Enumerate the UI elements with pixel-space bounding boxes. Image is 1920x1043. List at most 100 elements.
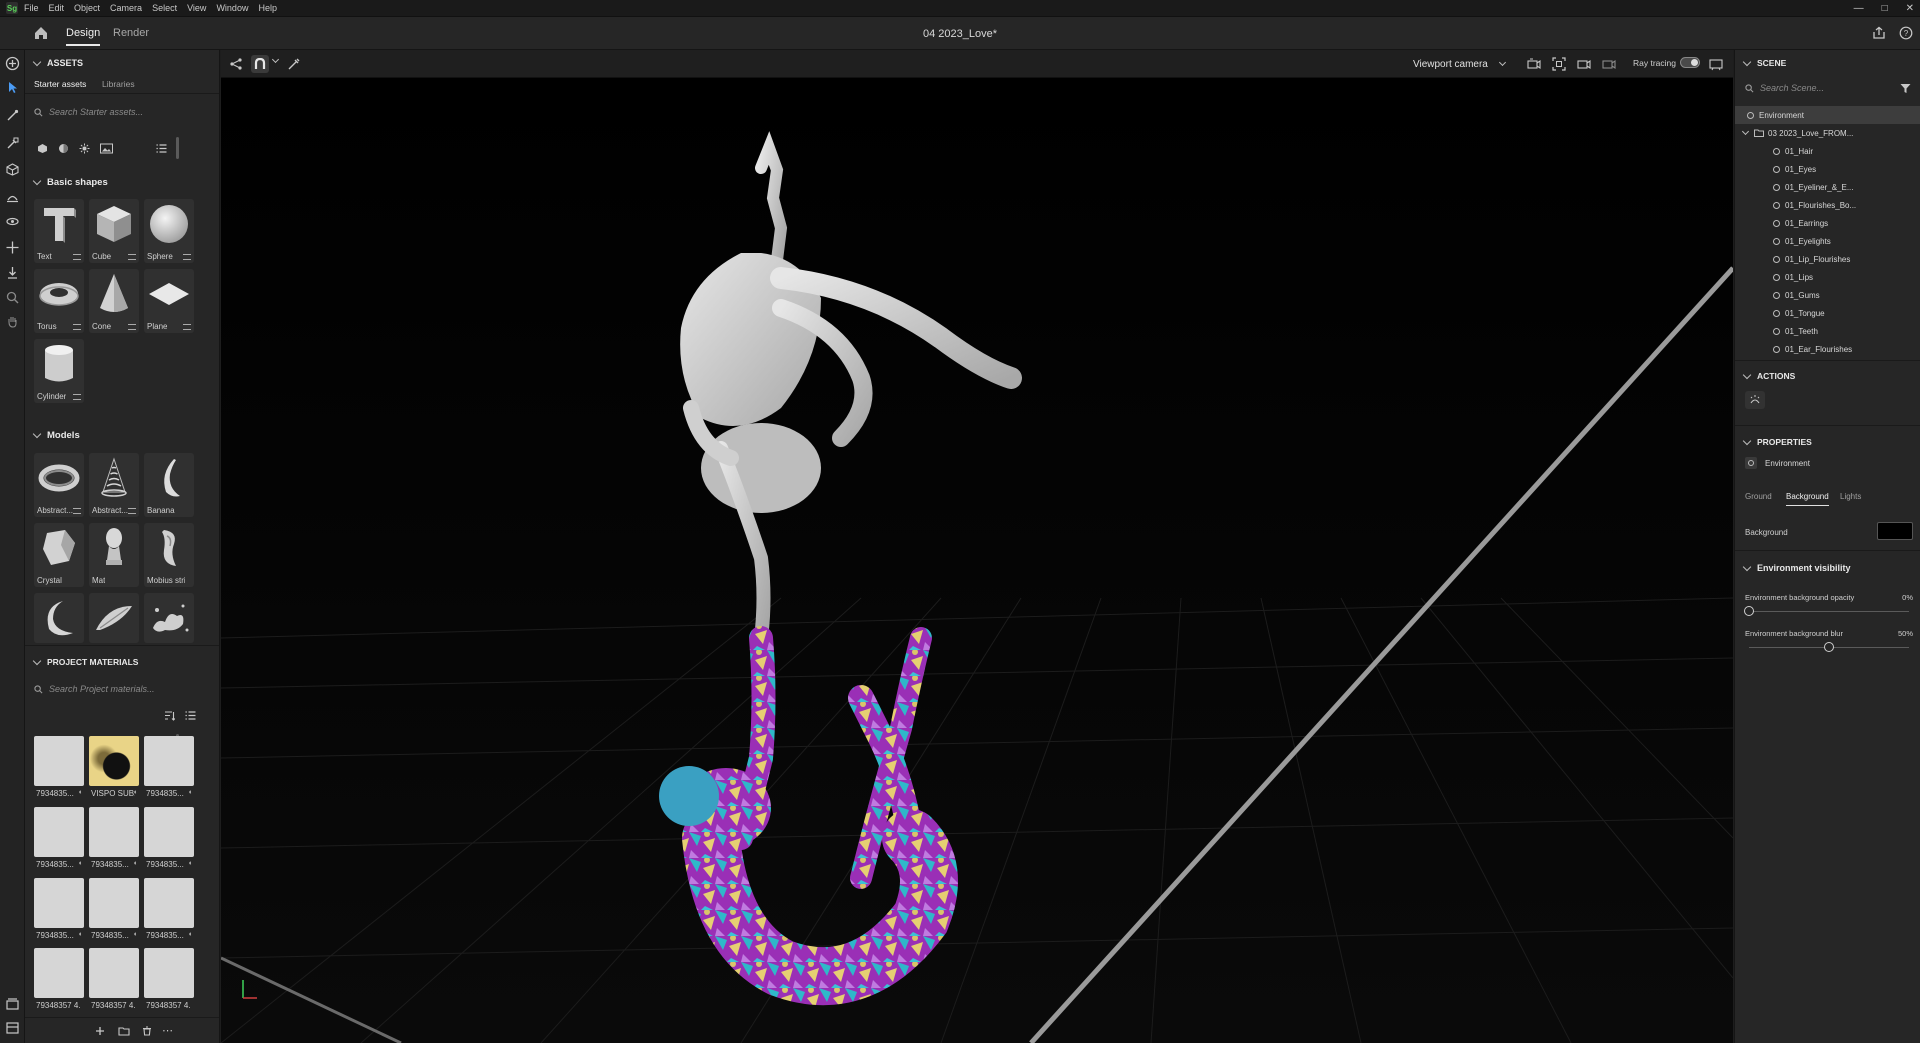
tile-options-icon[interactable] — [73, 324, 81, 330]
blur-value[interactable]: 50% — [1898, 629, 1913, 638]
camera-settings-icon[interactable] — [1602, 57, 1616, 71]
tree-item-child[interactable]: 01_Hair — [1735, 142, 1920, 160]
ray-tracing-toggle[interactable] — [1680, 57, 1700, 68]
light-tool-icon[interactable] — [5, 190, 20, 205]
help-icon[interactable]: ? — [1899, 26, 1913, 40]
models-header[interactable]: Models — [32, 429, 80, 441]
material-tile[interactable]: 7934835... ◐ — [89, 807, 139, 871]
minimize-icon[interactable]: — — [1854, 3, 1864, 14]
tab-render[interactable]: Render — [113, 27, 149, 39]
tile-options-icon[interactable] — [73, 508, 81, 514]
home-icon[interactable] — [33, 25, 49, 41]
tree-item-environment[interactable]: Environment — [1735, 106, 1920, 124]
tree-item-child[interactable]: 01_Tongue — [1735, 304, 1920, 322]
drop-to-ground-icon[interactable] — [5, 265, 20, 280]
filter-models-icon[interactable] — [37, 143, 48, 154]
assets-section-header[interactable]: ASSETS — [32, 57, 83, 68]
blur-slider-knob[interactable] — [1824, 642, 1834, 652]
add-material-icon[interactable] — [95, 1026, 105, 1036]
orbit-tool-icon[interactable] — [5, 214, 20, 229]
frame-selection-icon[interactable] — [1552, 57, 1566, 71]
camera-bookmark-icon[interactable] — [1527, 57, 1541, 71]
tab-design[interactable]: Design — [66, 27, 101, 46]
chevron-down-icon[interactable] — [271, 55, 280, 64]
list-view-icon[interactable] — [156, 143, 167, 154]
filter-images-icon[interactable] — [100, 143, 113, 154]
model-tile-crescent[interactable] — [34, 593, 84, 643]
tree-item-child[interactable]: 01_Flourishes_Bo... — [1735, 196, 1920, 214]
tree-item-child[interactable]: 01_Gums — [1735, 286, 1920, 304]
delete-icon[interactable] — [142, 1026, 152, 1036]
folder-icon[interactable] — [118, 1026, 130, 1036]
model-tile-splash[interactable] — [144, 593, 194, 643]
snap-toggle[interactable] — [251, 55, 269, 73]
model-tile-abstract-1[interactable]: Abstract... — [34, 453, 84, 517]
tab-background[interactable]: Background — [1786, 492, 1829, 506]
sort-icon[interactable] — [164, 710, 175, 721]
project-materials-header[interactable]: PROJECT MATERIALS — [32, 656, 138, 667]
filter-lights-icon[interactable] — [79, 143, 90, 154]
shape-tile-cylinder[interactable]: Cylinder — [34, 339, 84, 403]
pan-tool-icon[interactable] — [5, 314, 20, 329]
filter-icon[interactable] — [1900, 83, 1911, 94]
chevron-down-icon[interactable] — [1741, 127, 1750, 136]
tab-starter-assets[interactable]: Starter assets — [34, 79, 87, 94]
menu-window[interactable]: Window — [216, 3, 248, 13]
maximize-icon[interactable]: □ — [1882, 3, 1888, 14]
shape-tile-plane[interactable]: Plane — [144, 269, 194, 333]
material-tile[interactable]: 79348357 4... — [89, 948, 139, 1012]
assets-scrollbar[interactable] — [176, 137, 179, 159]
shape-tile-cone[interactable]: Cone — [89, 269, 139, 333]
scene-search-input[interactable]: Search Scene... — [1745, 79, 1875, 97]
tile-options-icon[interactable] — [183, 324, 191, 330]
select-tool-icon[interactable] — [5, 80, 20, 95]
model-tile-crystal[interactable]: Crystal — [34, 523, 84, 587]
menu-select[interactable]: Select — [152, 3, 177, 13]
properties-section-header[interactable]: PROPERTIES — [1742, 436, 1812, 447]
tile-options-icon[interactable] — [73, 394, 81, 400]
basic-shapes-header[interactable]: Basic shapes — [32, 176, 108, 188]
tab-ground[interactable]: Ground — [1745, 492, 1772, 501]
layers-dock-icon[interactable] — [5, 997, 20, 1012]
background-color-swatch[interactable] — [1877, 522, 1913, 540]
scene-graph-icon[interactable] — [229, 57, 243, 71]
material-tile[interactable]: 7934835... ◐ — [144, 736, 194, 800]
tab-libraries[interactable]: Libraries — [102, 79, 135, 89]
actions-section-header[interactable]: ACTIONS — [1742, 370, 1795, 381]
tile-options-icon[interactable] — [73, 254, 81, 260]
filter-materials-icon[interactable] — [58, 143, 69, 154]
model-tile-leaf[interactable] — [89, 593, 139, 643]
library-dock-icon[interactable] — [5, 1020, 20, 1035]
zoom-tool-icon[interactable] — [5, 290, 20, 305]
scene-section-header[interactable]: SCENE — [1742, 57, 1786, 68]
object-tool-icon[interactable] — [5, 162, 20, 177]
list-view-icon[interactable] — [185, 710, 196, 721]
render-settings-icon[interactable] — [1709, 57, 1723, 71]
model-tile-abstract-2[interactable]: Abstract... — [89, 453, 139, 517]
share-icon[interactable] — [1872, 26, 1886, 40]
more-options-icon[interactable]: ⋯ — [162, 1024, 173, 1037]
tree-item-child[interactable]: 01_Eyes — [1735, 160, 1920, 178]
shape-tile-torus[interactable]: Torus — [34, 269, 84, 333]
tree-item-child[interactable]: 01_Lips — [1735, 268, 1920, 286]
tile-options-icon[interactable] — [128, 324, 136, 330]
tree-item-child[interactable]: 01_Lip_Flourishes — [1735, 250, 1920, 268]
material-tile[interactable]: 7934835... ◐ — [89, 878, 139, 942]
material-tile[interactable]: 7934835... ◐ — [34, 807, 84, 871]
opacity-slider-track[interactable] — [1749, 611, 1909, 612]
material-tile[interactable]: 7934835... ◐ — [34, 736, 84, 800]
tile-options-icon[interactable] — [128, 254, 136, 260]
material-tile[interactable]: 79348357 4... — [34, 948, 84, 1012]
menu-object[interactable]: Object — [74, 3, 100, 13]
paint-tool-icon[interactable] — [5, 136, 20, 151]
project-materials-search-input[interactable]: Search Project materials... — [34, 680, 214, 698]
menu-edit[interactable]: Edit — [49, 3, 65, 13]
assets-search-input[interactable]: Search Starter assets... — [34, 103, 214, 121]
add-icon[interactable] — [5, 56, 20, 71]
model-tile-mat[interactable]: Mat — [89, 523, 139, 587]
menu-camera[interactable]: Camera — [110, 3, 142, 13]
3d-viewport[interactable]: Viewport camera Ray tracing — [221, 50, 1733, 1043]
tree-item-child[interactable]: 01_Eyeliner_&_E... — [1735, 178, 1920, 196]
tree-item-child[interactable]: 01_Eyelights — [1735, 232, 1920, 250]
material-tile[interactable]: VISPO SUB...◐ — [89, 736, 139, 800]
